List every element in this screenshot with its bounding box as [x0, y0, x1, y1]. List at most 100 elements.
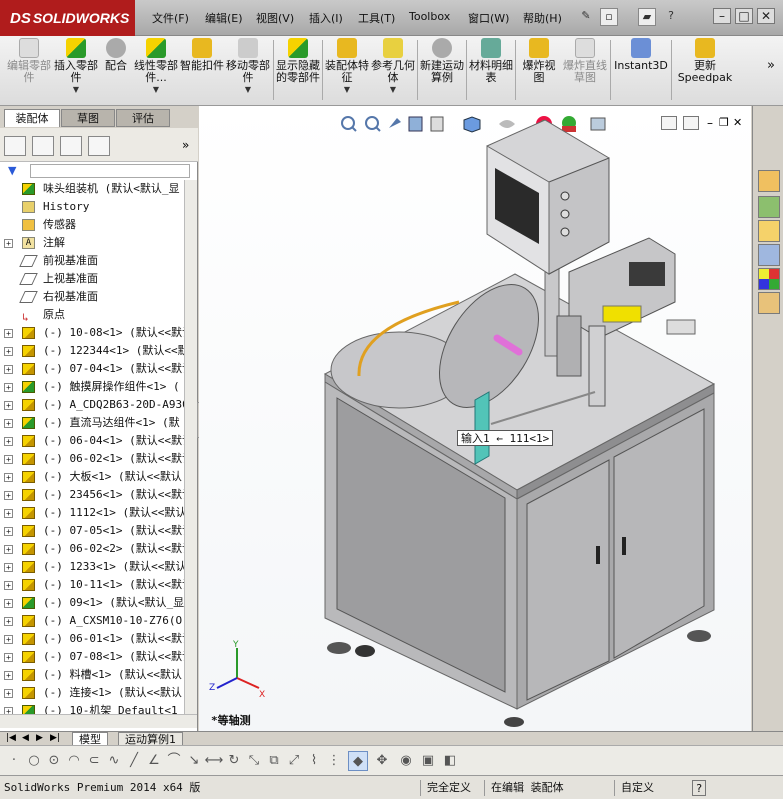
help-menu-button[interactable]: ? [662, 8, 680, 26]
pin-icon[interactable]: ✎ [577, 8, 595, 26]
angle-icon[interactable]: ∠ [144, 751, 164, 771]
tree-item[interactable]: + (-) 触摸屏操作组件<1> ( [0, 378, 184, 396]
cube-icon[interactable]: ◧ [440, 751, 460, 771]
update-speedpak-button[interactable]: 更新Speedpak [674, 38, 736, 84]
tree-item[interactable]: + (-) 大板<1> (默认<<默认 [0, 468, 184, 486]
units-custom[interactable]: 自定义 [614, 780, 684, 796]
point-icon[interactable]: · [4, 751, 24, 771]
file-explorer-icon[interactable] [758, 220, 780, 242]
expand-pane-icon[interactable]: » [182, 138, 189, 152]
graphics-area[interactable]: – ❐ ✕ 输入1 ← 111<1> Y X Z *等轴测 [199, 106, 751, 731]
3d-view-icon[interactable]: ◆ [348, 751, 368, 771]
explode-line-sketch-button[interactable]: 爆炸直线草图 [562, 38, 608, 84]
tree-item[interactable]: + (-) 07-08<1> (默认<<默认 [0, 648, 184, 666]
expand-toggle[interactable]: + [4, 527, 13, 536]
line-icon[interactable]: ╱ [124, 751, 144, 771]
pattern-icon[interactable]: ⋮ [324, 751, 344, 771]
menu-file[interactable]: 文件(F) [152, 10, 189, 26]
rotate-icon[interactable]: ↻ [224, 751, 244, 771]
tab-sketch[interactable]: 草图 [61, 109, 115, 127]
expand-toggle[interactable]: + [4, 347, 13, 356]
expand-toggle[interactable]: + [4, 581, 13, 590]
mate-button[interactable]: 配合 [100, 38, 132, 72]
tree-item[interactable]: + (-) 1233<1> (默认<<默认 [0, 558, 184, 576]
expand-toggle[interactable]: + [4, 455, 13, 464]
circle-icon[interactable]: ○ [24, 751, 44, 771]
tree-item[interactable]: 前视基准面 [0, 252, 184, 270]
instant3d-button[interactable]: Instant3D [613, 38, 669, 72]
expand-toggle[interactable]: + [4, 491, 13, 500]
expand-toggle[interactable]: + [4, 671, 13, 680]
design-library-icon[interactable] [758, 196, 780, 218]
tree-item[interactable]: + (-) A_CDQ2B63-20D-A930< [0, 396, 184, 414]
tree-item[interactable]: + (-) 连接<1> (默认<<默认 [0, 684, 184, 702]
edit-component-button[interactable]: 编辑零部件 [6, 38, 52, 84]
spline-icon[interactable]: ∿ [104, 751, 124, 771]
bill-of-materials-button[interactable]: 材料明细表 [469, 38, 513, 84]
prev-tab-arrow-icon[interactable]: ◀ [22, 733, 29, 743]
tree-item[interactable]: + (-) 06-02<2> (默认<<默认 [0, 540, 184, 558]
tree-item[interactable]: + (-) 料槽<1> (默认<<默认 [0, 666, 184, 684]
mate-callout[interactable]: 输入1 ← 111<1> [457, 430, 554, 446]
appearances-icon[interactable] [758, 268, 780, 290]
property-manager-icon[interactable] [32, 136, 54, 156]
tree-item[interactable]: + (-) A_CXSM10-10-Z76(O)< [0, 612, 184, 630]
tree-item[interactable]: + (-) 06-02<1> (默认<<默认 [0, 450, 184, 468]
show-hidden-components-button[interactable]: 显示隐藏的零部件 [276, 38, 320, 84]
menu-tools[interactable]: 工具(T) [358, 10, 395, 26]
arc-icon[interactable]: ◠ [64, 751, 84, 771]
slot-icon[interactable]: ⊂ [84, 751, 104, 771]
tree-item[interactable]: 上视基准面 [0, 270, 184, 288]
resources-home-icon[interactable] [758, 170, 780, 192]
tree-item[interactable]: + (-) 06-01<1> (默认<<默认 [0, 630, 184, 648]
tree-item[interactable]: + (-) 23456<1> (默认<<默认 [0, 486, 184, 504]
first-tab-arrow-icon[interactable]: |◀ [6, 733, 16, 743]
view-palette-icon[interactable] [758, 244, 780, 266]
center-point-icon[interactable]: ⊙ [44, 751, 64, 771]
tree-item[interactable]: + (-) 10-机架 Default<1 [0, 702, 184, 714]
expand-toggle[interactable]: + [4, 707, 13, 714]
tree-item[interactable]: + (-) 09<1> (默认<默认_显 [0, 594, 184, 612]
status-help-button[interactable]: ? [692, 780, 706, 796]
expand-toggle[interactable]: + [4, 383, 13, 392]
smart-fasteners-button[interactable]: 智能扣件 [180, 38, 224, 72]
linear-pattern-button[interactable]: 线性零部件... ▼ [134, 38, 178, 96]
tree-item[interactable]: + (-) 直流马达组件<1> (默 [0, 414, 184, 432]
tree-item[interactable]: + A 注解 [0, 234, 184, 252]
minimize-window-button[interactable]: – [713, 8, 731, 24]
expand-toggle[interactable]: + [4, 509, 13, 518]
expand-toggle[interactable]: + [4, 401, 13, 410]
tree-root-assembly[interactable]: 味头组装机 (默认<默认_显 [0, 180, 184, 198]
tree-vertical-scrollbar[interactable] [184, 180, 197, 714]
menu-edit[interactable]: 编辑(E) [205, 10, 243, 26]
expand-toggle[interactable]: + [4, 653, 13, 662]
expand-toggle[interactable]: + [4, 239, 13, 248]
tab-motion-study[interactable]: 运动算例1 [118, 732, 183, 746]
tab-assembly[interactable]: 装配体 [4, 109, 60, 127]
hide-show-icon[interactable]: ▣ [418, 751, 438, 771]
tree-horizontal-scrollbar[interactable] [0, 714, 197, 728]
copy-icon[interactable]: ⧉ [264, 751, 284, 771]
last-tab-arrow-icon[interactable]: ▶| [50, 733, 60, 743]
axis-move-icon[interactable]: ✥ [372, 751, 392, 771]
reference-geometry-button[interactable]: 参考几何体 ▼ [371, 38, 415, 96]
expand-toggle[interactable]: + [4, 437, 13, 446]
feature-manager-icon[interactable] [4, 136, 26, 156]
tab-evaluate[interactable]: 评估 [116, 109, 170, 127]
ribbon-more-button[interactable]: » [764, 59, 778, 72]
tree-item[interactable]: + (-) 06-04<1> (默认<<默认 [0, 432, 184, 450]
insert-component-button[interactable]: 插入零部件 ▼ [54, 38, 98, 96]
expand-toggle[interactable]: + [4, 473, 13, 482]
tree-item[interactable]: + (-) 1112<1> (默认<<默认 [0, 504, 184, 522]
move-component-button[interactable]: 移动零部件 ▼ [226, 38, 270, 96]
custom-properties-icon[interactable] [758, 292, 780, 314]
mirror-icon[interactable]: ⌇ [304, 751, 324, 771]
expand-toggle[interactable]: + [4, 635, 13, 644]
filter-icon[interactable]: ▼ [8, 164, 16, 177]
filter-input[interactable] [30, 164, 190, 178]
tree-item[interactable]: ↳ 原点 [0, 306, 184, 324]
menu-window[interactable]: 窗口(W) [468, 10, 509, 26]
next-tab-arrow-icon[interactable]: ▶ [36, 733, 43, 743]
tree-item[interactable]: 传感器 [0, 216, 184, 234]
dimension-icon[interactable]: ⟷ [204, 751, 224, 771]
